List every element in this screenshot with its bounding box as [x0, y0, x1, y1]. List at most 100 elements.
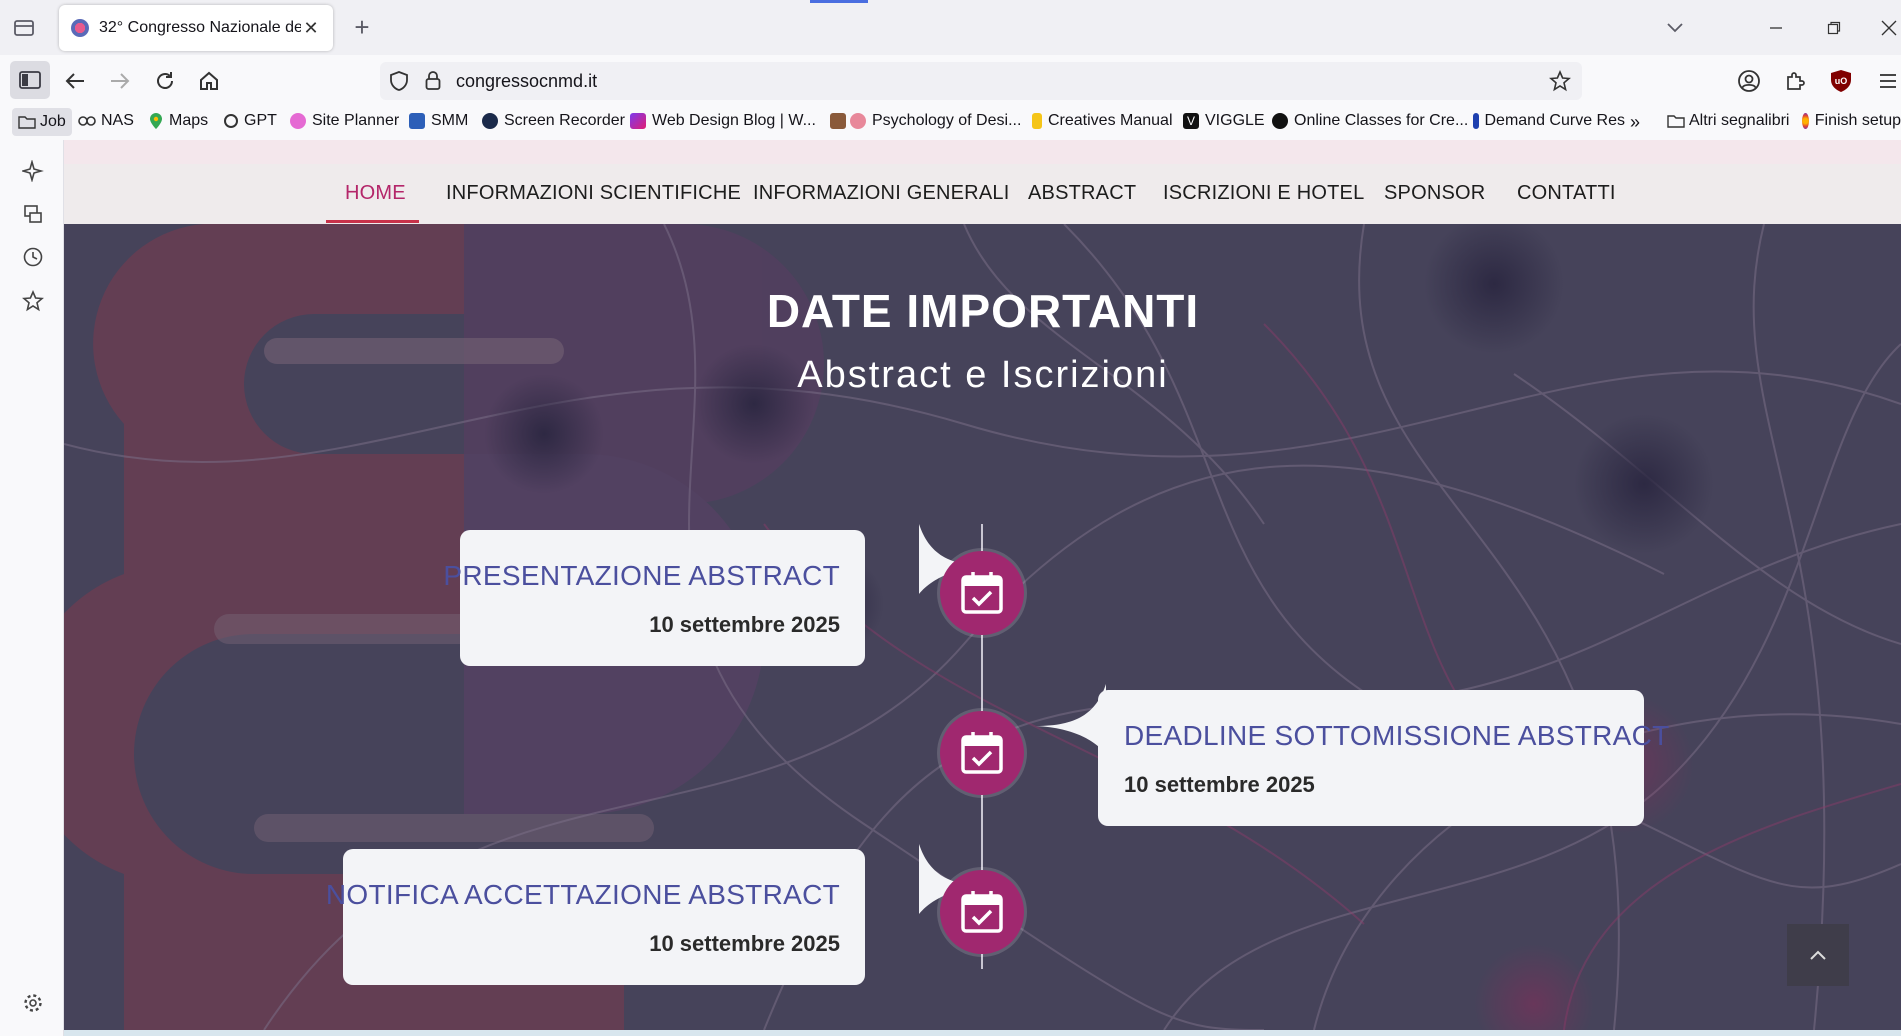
wd-icon — [630, 113, 646, 129]
bookmark-finish-setup[interactable]: Finish setup — [1802, 112, 1901, 130]
event-date: 10 settembre 2025 — [649, 612, 840, 637]
event-title: NOTIFICA ACCETTAZIONE ABSTRACT — [325, 879, 840, 910]
sidebar-toggle-icon[interactable] — [10, 61, 50, 99]
calendar-check-icon — [940, 551, 1024, 635]
speech-pointer — [1036, 684, 1106, 754]
top-strip — [64, 140, 1901, 164]
event-card-notifica: NOTIFICA ACCETTAZIONE ABSTRACT 10 settem… — [326, 849, 865, 985]
event-title: DEADLINE SOTTOMISSIONE ABSTRACT — [1124, 720, 1670, 751]
cm-icon — [1032, 113, 1042, 129]
bookmark-label: Site Planner — [312, 112, 400, 129]
brain-icon — [850, 113, 866, 129]
url-bar[interactable]: congressocnmd.it — [380, 62, 1582, 100]
settings-gear-icon[interactable] — [20, 990, 46, 1016]
gpt-icon — [224, 114, 238, 128]
ai-sparkle-icon[interactable] — [20, 158, 46, 184]
menu-home[interactable]: HOME — [345, 182, 406, 205]
menu-hamburger-icon[interactable] — [1876, 68, 1900, 94]
reload-icon[interactable] — [152, 68, 178, 94]
calendar-check-icon — [940, 711, 1024, 795]
menu-informazioni-scientifiche[interactable]: INFORMAZIONI SCIENTIFICHE — [446, 182, 741, 205]
bookmark-star-icon[interactable] — [1548, 69, 1572, 93]
bookmark-nas[interactable]: NAS — [77, 112, 134, 130]
avatar-icon — [830, 113, 846, 129]
bookmark-label: Online Classes for Cre... — [1294, 112, 1469, 129]
tracking-shield-icon[interactable] — [388, 70, 410, 92]
menu-abstract[interactable]: ABSTRACT — [1028, 182, 1136, 205]
menu-iscrizioni-e-hotel[interactable]: ISCRIZIONI E HOTEL — [1163, 182, 1364, 205]
close-tab-icon[interactable]: ✕ — [301, 18, 321, 39]
svg-text:uO: uO — [1835, 76, 1848, 86]
bookmark-altri-segnalibri[interactable]: Altri segnalibri — [1667, 112, 1789, 130]
bookmark-label: Screen Recorder — [504, 112, 625, 129]
event-date: 10 settembre 2025 — [1124, 772, 1315, 797]
account-icon[interactable] — [1736, 68, 1762, 94]
tab-list-icon[interactable] — [10, 14, 38, 42]
calendar-check-icon — [940, 870, 1024, 954]
bookmark-creatives-manual[interactable]: Creatives Manual — [1032, 112, 1173, 130]
close-window-icon[interactable] — [1878, 16, 1900, 40]
scroll-to-top-button[interactable] — [1787, 924, 1849, 986]
bookmark-label: Psychology of Desi... — [872, 112, 1022, 129]
event-card-presentazione: PRESENTAZIONE ABSTRACT 10 settembre 2025 — [443, 530, 865, 666]
home-icon[interactable] — [196, 68, 222, 94]
bookmark-maps[interactable]: Maps — [148, 112, 208, 130]
synced-tabs-icon[interactable] — [20, 201, 46, 227]
bookmark-psychology[interactable]: Psychology of Desi... — [830, 112, 1021, 130]
bookmark-label: Demand Curve Res — [1484, 112, 1626, 129]
bookmark-demand-curve[interactable]: Demand Curve Res — [1473, 112, 1625, 130]
bookmark-label: Maps — [169, 112, 209, 129]
bookmark-online-classes[interactable]: Online Classes for Cre... — [1272, 112, 1468, 130]
minimize-icon[interactable] — [1764, 16, 1788, 40]
active-tab[interactable]: 32° Congresso Nazionale delle I ✕ — [59, 5, 333, 51]
bookmarks-toolbar: Job NAS Maps GPT Site Planner SMM Screen… — [0, 105, 1901, 140]
folder-icon — [1667, 115, 1685, 128]
list-all-tabs-chevron-down-icon[interactable] — [1663, 16, 1687, 40]
browser-sidebar — [0, 140, 64, 1036]
recorder-icon — [482, 113, 498, 129]
bookmark-label: GPT — [244, 112, 277, 129]
link-icon — [78, 116, 96, 126]
menu-sponsor[interactable]: SPONSOR — [1384, 182, 1485, 205]
site-favicon-icon — [71, 19, 89, 37]
bookmark-label: NAS — [101, 112, 134, 129]
bookmark-job[interactable]: Job — [12, 108, 72, 136]
tab-title: 32° Congresso Nazionale delle I — [99, 19, 301, 36]
menu-contatti[interactable]: CONTATTI — [1517, 182, 1616, 205]
bookmark-label: SMM — [431, 112, 469, 129]
tab-strip: 32° Congresso Nazionale delle I ✕ + — [0, 0, 1901, 55]
site-planner-icon — [290, 113, 306, 129]
firefox-icon — [1802, 113, 1809, 129]
new-tab-icon[interactable]: + — [349, 12, 375, 42]
back-arrow-icon[interactable] — [62, 68, 88, 94]
forward-arrow-icon[interactable] — [107, 68, 133, 94]
event-card-deadline: DEADLINE SOTTOMISSIONE ABSTRACT 10 sette… — [1098, 690, 1669, 826]
history-clock-icon[interactable] — [20, 244, 46, 270]
bookmark-gpt[interactable]: GPT — [224, 112, 277, 130]
sk-icon — [1272, 113, 1288, 129]
folder-icon — [18, 116, 36, 129]
bookmark-site-planner[interactable]: Site Planner — [290, 112, 399, 130]
extensions-puzzle-icon[interactable] — [1782, 68, 1808, 94]
ublock-shield-icon[interactable]: uO — [1828, 67, 1854, 95]
navigation-toolbar: congressocnmd.it uO — [0, 55, 1901, 105]
lock-icon[interactable] — [422, 70, 444, 92]
bookmark-label: VIGGLE — [1205, 112, 1265, 129]
bookmark-web-design-blog[interactable]: Web Design Blog | W... — [630, 112, 816, 130]
restore-icon[interactable] — [1822, 16, 1846, 40]
menu-informazioni-generali[interactable]: INFORMAZIONI GENERALI — [753, 182, 1009, 205]
viggle-icon: V — [1183, 113, 1199, 129]
bookmark-smm[interactable]: SMM — [409, 112, 468, 130]
bookmark-label: Creatives Manual — [1048, 112, 1173, 129]
section-title: DATE IMPORTANTI — [766, 285, 1200, 337]
bookmarks-star-icon[interactable] — [20, 288, 46, 314]
bookmark-label: Web Design Blog | W... — [652, 112, 816, 129]
bookmark-label: Job — [40, 113, 66, 130]
horizontal-scrollbar[interactable] — [64, 1030, 1901, 1036]
url-text: congressocnmd.it — [456, 71, 598, 91]
bookmark-screen-recorder[interactable]: Screen Recorder — [482, 112, 625, 130]
active-menu-underline — [326, 220, 419, 223]
more-bookmarks-chevron-icon[interactable]: » — [1630, 112, 1640, 133]
bookmark-label: Altri segnalibri — [1689, 112, 1790, 129]
bookmark-viggle[interactable]: V VIGGLE — [1183, 112, 1265, 130]
